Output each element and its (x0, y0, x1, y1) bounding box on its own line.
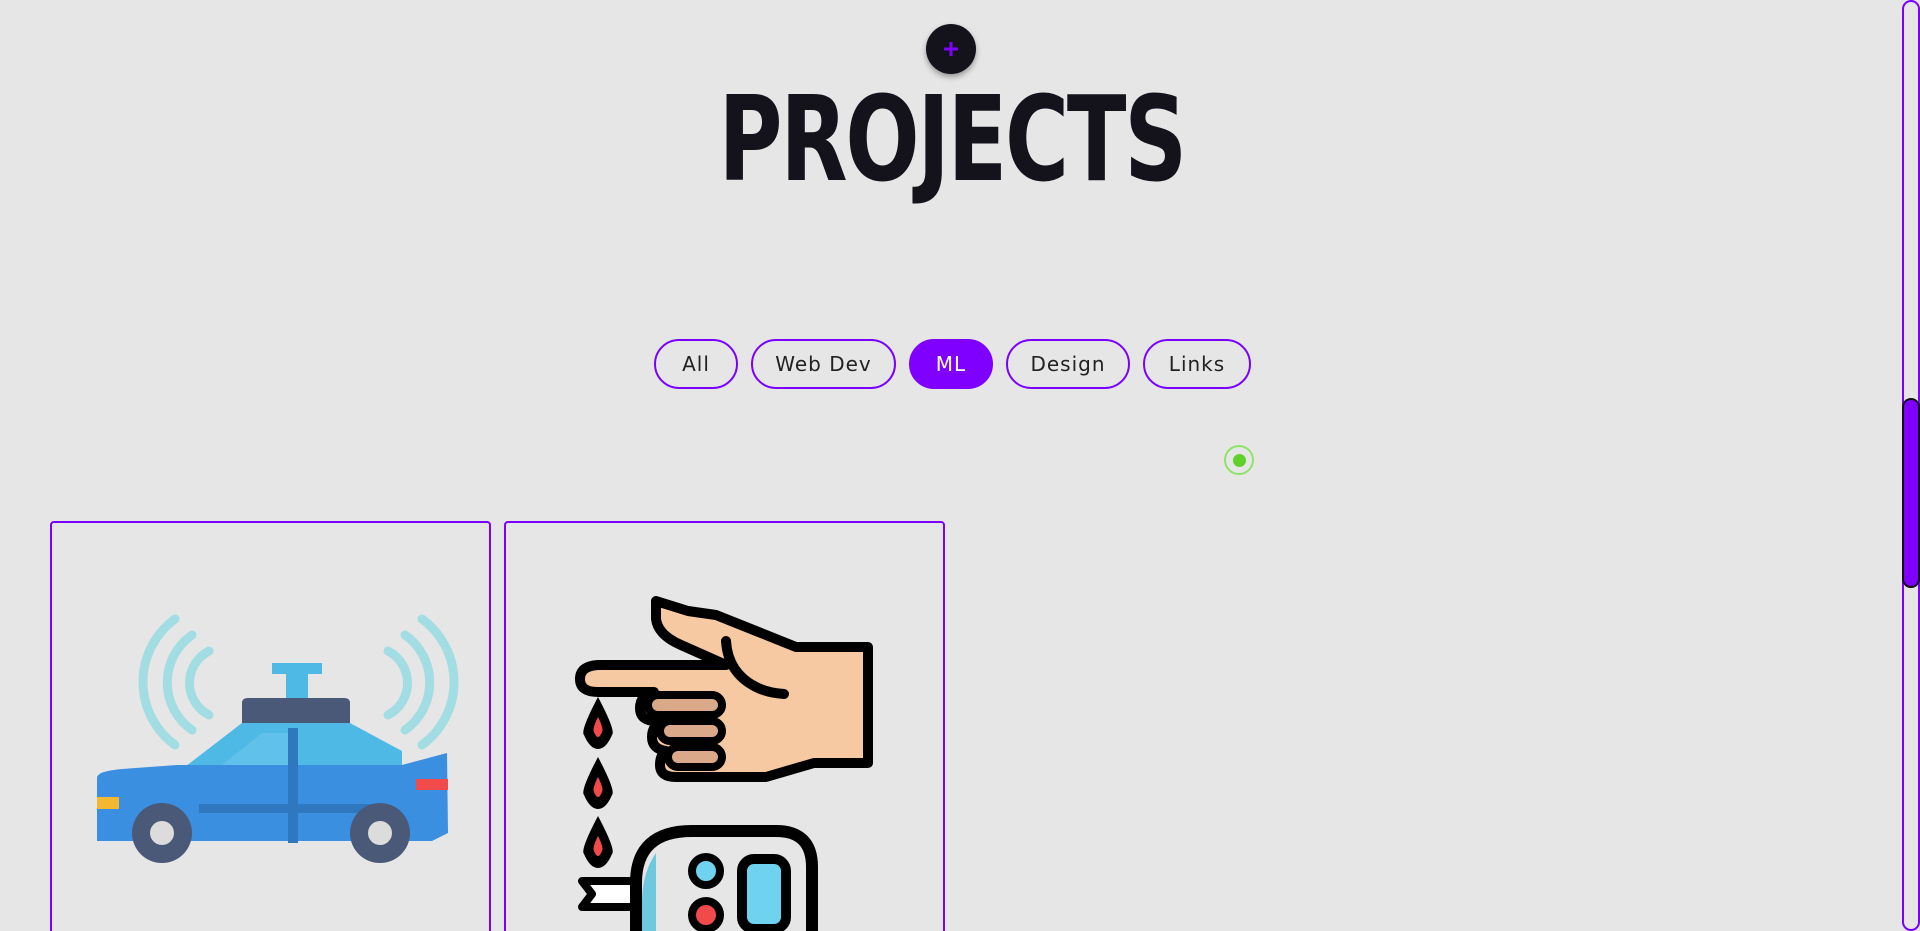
page-title: PROJECTS (718, 70, 1188, 208)
filter-ml-button[interactable]: ML (909, 339, 993, 389)
blood-glucose-test-icon (575, 596, 873, 931)
scrollbar-thumb[interactable] (1902, 398, 1920, 588)
add-project-button[interactable] (926, 24, 976, 74)
project-card-blood-glucose[interactable] (504, 521, 945, 931)
project-card-self-driving-car[interactable] (50, 521, 491, 931)
filter-web-dev-button[interactable]: Web Dev (751, 339, 896, 389)
filter-all-button[interactable]: All (654, 339, 738, 389)
filter-design-button[interactable]: Design (1006, 339, 1130, 389)
filter-links-button[interactable]: Links (1143, 339, 1251, 389)
plus-icon (944, 42, 958, 56)
projects-page: PROJECTS All Web Dev ML Design Links (0, 0, 1920, 931)
status-dot-icon (1232, 453, 1246, 467)
project-filter-bar: All Web Dev ML Design Links (654, 339, 1251, 389)
self-driving-car-icon (97, 614, 459, 863)
status-indicator (1224, 445, 1254, 475)
